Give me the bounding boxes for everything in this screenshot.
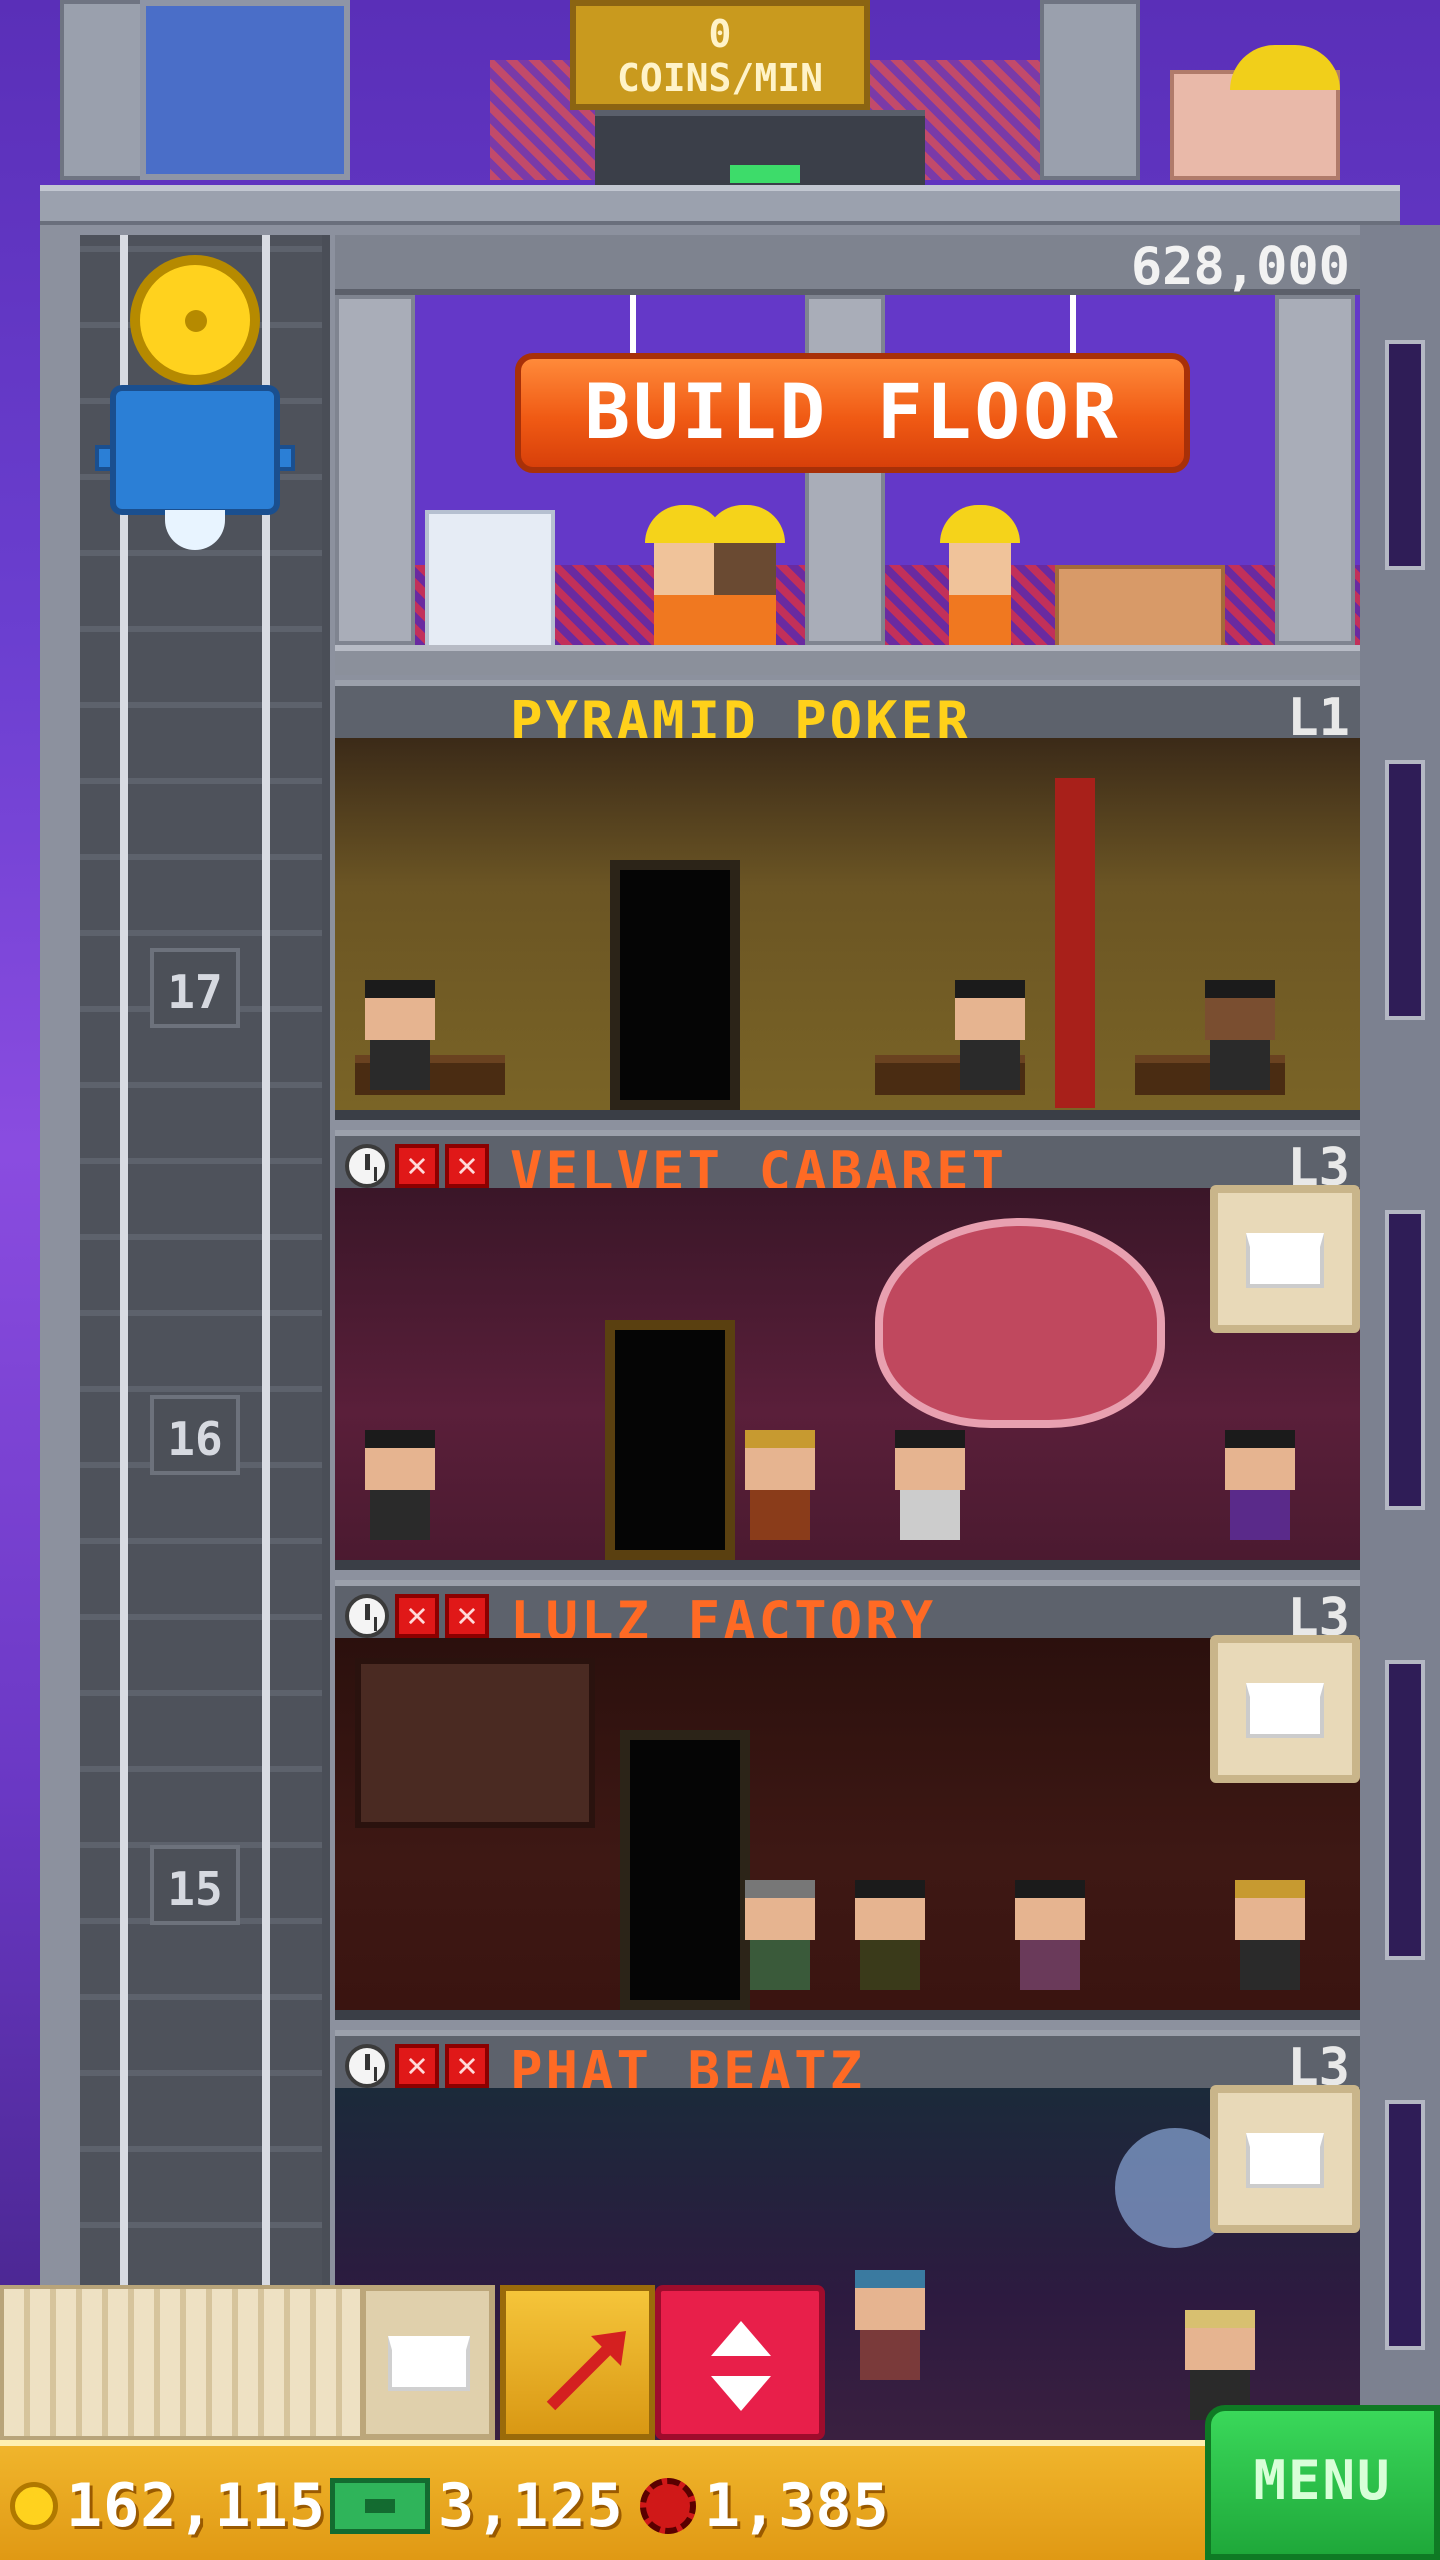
floor-number: 16 <box>150 1395 240 1475</box>
raffle-button[interactable] <box>500 2285 655 2440</box>
coins-rate-label: COINS/MIN <box>617 56 823 100</box>
chips-value: 1,385 <box>704 2471 890 2541</box>
heart-stage <box>875 1218 1165 1428</box>
floor-lulz-factory[interactable]: ✕ ✕ LULZ FACTORY L3 <box>335 1580 1360 2030</box>
stock-button[interactable] <box>1210 1635 1360 1783</box>
room-pillar <box>1055 778 1095 1108</box>
coins-rate-value: 0 <box>708 12 732 56</box>
chip-icon <box>640 2478 696 2534</box>
stock-button[interactable] <box>1210 1185 1360 1333</box>
bitizen[interactable] <box>365 980 435 1090</box>
coins-display[interactable]: 162,115 <box>10 2471 326 2541</box>
stock-crate-icon <box>1246 1683 1324 1738</box>
wall-poster <box>355 1658 595 1828</box>
floor-header: ✕ ✕ VELVET CABARET L3 <box>335 1130 1360 1203</box>
bitizen[interactable] <box>1235 1880 1305 1990</box>
build-cost-bar: 628,000 <box>335 235 1360 297</box>
roof-indicator-light <box>730 165 800 183</box>
floor-header: PYRAMID POKER L1 <box>335 680 1360 753</box>
floor-number: 15 <box>150 1845 240 1925</box>
elevator-car[interactable] <box>95 255 295 565</box>
side-window <box>1385 1210 1425 1510</box>
floor-header: ✕ ✕ PHAT BEATZ L3 <box>335 2030 1360 2103</box>
elevator-cable <box>120 235 128 2450</box>
bitizen[interactable] <box>1015 1880 1085 1990</box>
side-window <box>1385 2100 1425 2350</box>
chips-display[interactable]: 1,385 <box>640 2471 890 2541</box>
elevator-control-button[interactable] <box>655 2285 825 2440</box>
raffle-arrow-icon <box>546 2331 626 2411</box>
roof-helmet <box>1230 45 1340 90</box>
clock-icon <box>345 1594 389 1638</box>
build-cost: 628,000 <box>1130 237 1350 297</box>
bitizen[interactable] <box>1225 1430 1295 1540</box>
warning-x-icon: ✕ <box>395 1144 439 1188</box>
roof-ledge <box>40 185 1400 227</box>
sign-wire <box>1070 295 1076 355</box>
room-door <box>605 1320 735 1560</box>
roof-wall-right <box>1040 0 1140 180</box>
floor-header: ✕ ✕ LULZ FACTORY L3 <box>335 1580 1360 1653</box>
stock-slots[interactable] <box>0 2285 370 2440</box>
side-window <box>1385 340 1425 570</box>
floor-status-icons: ✕ ✕ <box>345 1144 489 1188</box>
floor-status-icons: ✕ ✕ <box>345 1594 489 1638</box>
sign-wire <box>630 295 636 355</box>
bitizen[interactable] <box>955 980 1025 1090</box>
bitizen[interactable] <box>895 1430 965 1540</box>
floor-pyramid-poker[interactable]: PYRAMID POKER L1 <box>335 680 1360 1130</box>
clock-icon <box>345 1144 389 1188</box>
floor-room[interactable] <box>335 1638 1360 2020</box>
floor-number: 17 <box>150 948 240 1028</box>
coin-icon <box>10 2482 58 2530</box>
bitizen[interactable] <box>745 1880 815 1990</box>
stock-button[interactable] <box>1210 2085 1360 2233</box>
elevator-updown-icon <box>711 2321 771 2411</box>
pulley-wheel-icon <box>130 255 260 385</box>
construction-pillar <box>1275 295 1355 645</box>
bitizen[interactable] <box>855 2270 925 2380</box>
build-floor-button[interactable]: BUILD FLOOR <box>515 353 1190 473</box>
elevator-light <box>165 510 225 550</box>
clock-icon <box>345 2044 389 2088</box>
menu-button[interactable]: MENU <box>1205 2405 1440 2560</box>
stock-crate-icon <box>1246 1233 1324 1288</box>
warning-x-icon: ✕ <box>445 1144 489 1188</box>
floor-status-icons: ✕ ✕ <box>345 2044 489 2088</box>
side-window <box>1385 1660 1425 1960</box>
elevator-cab <box>110 385 280 515</box>
construction-worker <box>705 505 785 645</box>
stock-crate-icon <box>388 2336 470 2391</box>
bux-value: 3,125 <box>438 2471 624 2541</box>
floor-room[interactable] <box>335 738 1360 1120</box>
floor-room[interactable] <box>335 1188 1360 1570</box>
warning-x-icon: ✕ <box>395 2044 439 2088</box>
warning-x-icon: ✕ <box>445 2044 489 2088</box>
bitizen[interactable] <box>745 1430 815 1540</box>
side-window <box>1385 760 1425 1020</box>
coins-per-minute-sign[interactable]: 0 COINS/MIN <box>570 0 870 110</box>
bitizen[interactable] <box>1205 980 1275 1090</box>
bux-display[interactable]: 3,125 <box>330 2471 624 2541</box>
roof-door <box>140 0 350 180</box>
construction-pillar <box>335 295 415 645</box>
coins-value: 162,115 <box>66 2471 326 2541</box>
bitizen[interactable] <box>855 1880 925 1990</box>
bitizen[interactable] <box>365 1430 435 1540</box>
build-floor-ledge <box>335 645 1360 675</box>
elevator-shaft[interactable] <box>80 235 330 2450</box>
stock-crate-icon <box>1246 2133 1324 2188</box>
bottom-toolbar <box>0 2285 830 2440</box>
bitizen[interactable] <box>1185 2310 1255 2420</box>
warning-x-icon: ✕ <box>395 1594 439 1638</box>
bux-icon <box>330 2478 430 2534</box>
stock-all-button[interactable] <box>360 2285 495 2440</box>
construction-worker <box>940 505 1020 645</box>
room-door <box>610 860 740 1110</box>
warning-x-icon: ✕ <box>445 1594 489 1638</box>
floor-velvet-cabaret[interactable]: ✕ ✕ VELVET CABARET L3 <box>335 1130 1360 1580</box>
elevator-cable <box>262 235 270 2450</box>
construction-box <box>425 510 555 660</box>
room-door <box>620 1730 750 2010</box>
